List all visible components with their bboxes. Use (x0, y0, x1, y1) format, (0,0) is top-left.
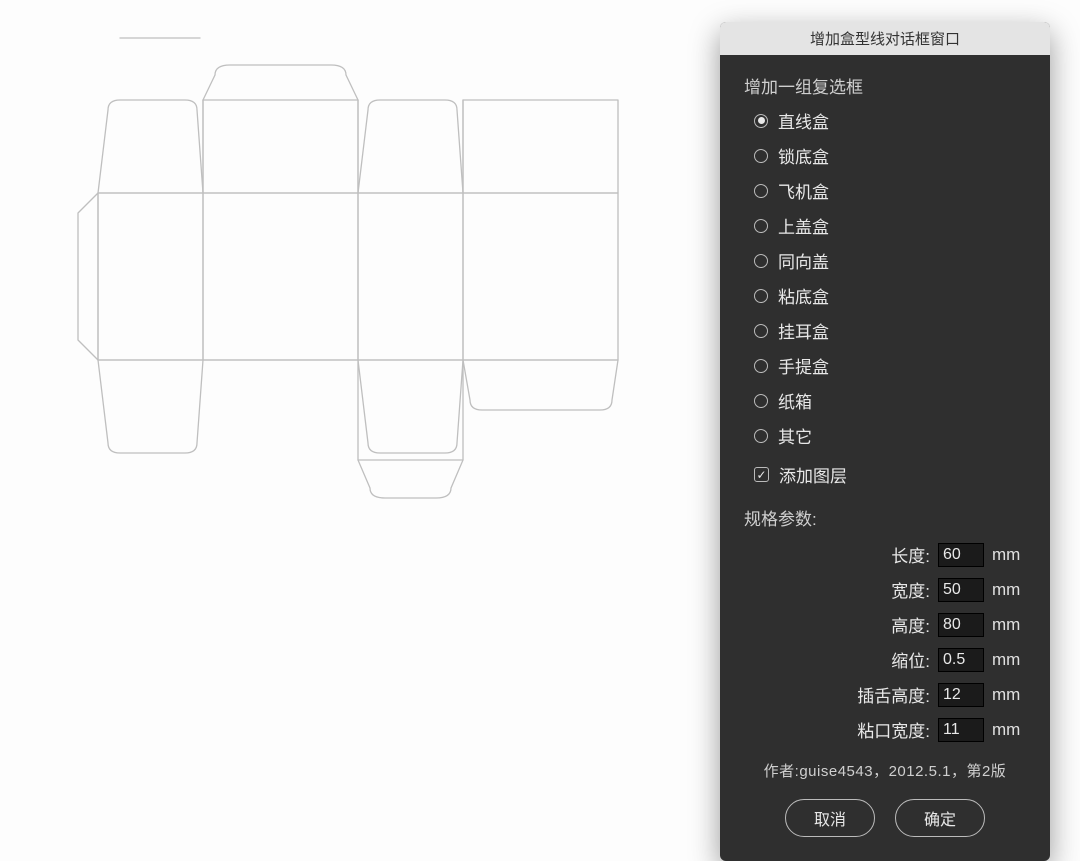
param-label: 宽度: (891, 577, 930, 602)
param-unit: mm (992, 615, 1026, 635)
box-type-radio[interactable]: 手提盒 (754, 353, 1026, 378)
ok-button[interactable]: 确定 (895, 799, 985, 837)
param-input[interactable] (938, 578, 984, 602)
radio-icon (754, 394, 768, 408)
radio-icon (754, 289, 768, 303)
param-input[interactable] (938, 683, 984, 707)
radio-icon (754, 429, 768, 443)
radio-icon (754, 114, 768, 128)
param-row: 宽度: mm (744, 577, 1026, 602)
params-title: 规格参数: (744, 505, 1026, 530)
box-type-radio[interactable]: 上盖盒 (754, 213, 1026, 238)
param-unit: mm (992, 545, 1026, 565)
param-unit: mm (992, 685, 1026, 705)
params-section: 规格参数: 长度: mm 宽度: mm 高度: mm 缩位: mm 插舌高度: mm 粘口宽度: mm (720, 487, 1050, 742)
radio-icon (754, 184, 768, 198)
box-type-radio[interactable]: 锁底盒 (754, 143, 1026, 168)
param-input[interactable] (938, 648, 984, 672)
author-line: 作者:guise4543，2012.5.1，第2版 (720, 760, 1050, 781)
radio-label: 直线盒 (778, 108, 829, 133)
box-type-radio[interactable]: 粘底盒 (754, 283, 1026, 308)
param-input[interactable] (938, 718, 984, 742)
add-layer-checkbox[interactable]: ✓ 添加图层 (754, 462, 1026, 487)
param-row: 高度: mm (744, 612, 1026, 637)
radio-label: 飞机盒 (778, 178, 829, 203)
radio-icon (754, 324, 768, 338)
radio-icon (754, 359, 768, 373)
checkbox-label: 添加图层 (779, 462, 847, 487)
param-unit: mm (992, 580, 1026, 600)
box-dialog: 增加盒型线对话框窗口 增加一组复选框 直线盒锁底盒飞机盒上盖盒同向盖粘底盒挂耳盒… (720, 22, 1050, 861)
radio-label: 其它 (778, 423, 812, 448)
box-type-radio[interactable]: 挂耳盒 (754, 318, 1026, 343)
param-unit: mm (992, 720, 1026, 740)
box-type-radio-list: 直线盒锁底盒飞机盒上盖盒同向盖粘底盒挂耳盒手提盒纸箱其它 ✓ 添加图层 (744, 108, 1026, 487)
param-input[interactable] (938, 613, 984, 637)
param-unit: mm (992, 650, 1026, 670)
param-row: 缩位: mm (744, 647, 1026, 672)
radio-label: 粘底盒 (778, 283, 829, 308)
radio-label: 挂耳盒 (778, 318, 829, 343)
dialog-title: 增加盒型线对话框窗口 (720, 22, 1050, 55)
box-type-radio[interactable]: 其它 (754, 423, 1026, 448)
box-dieline-canvas (0, 0, 720, 850)
radio-label: 锁底盒 (778, 143, 829, 168)
param-row: 插舌高度: mm (744, 682, 1026, 707)
param-row: 长度: mm (744, 542, 1026, 567)
param-row: 粘口宽度: mm (744, 717, 1026, 742)
param-label: 长度: (891, 542, 930, 567)
radio-icon (754, 219, 768, 233)
radio-label: 纸箱 (778, 388, 812, 413)
checkbox-icon: ✓ (754, 467, 769, 482)
box-type-section: 增加一组复选框 直线盒锁底盒飞机盒上盖盒同向盖粘底盒挂耳盒手提盒纸箱其它 ✓ 添加图… (720, 55, 1050, 487)
param-label: 粘口宽度: (857, 717, 930, 742)
dialog-button-row: 取消 确定 (720, 799, 1050, 837)
param-input[interactable] (938, 543, 984, 567)
param-label: 缩位: (891, 647, 930, 672)
radio-icon (754, 149, 768, 163)
radio-label: 手提盒 (778, 353, 829, 378)
box-type-radio[interactable]: 直线盒 (754, 108, 1026, 133)
radio-label: 同向盖 (778, 248, 829, 273)
radio-section-title: 增加一组复选框 (744, 73, 1026, 98)
box-type-radio[interactable]: 同向盖 (754, 248, 1026, 273)
box-dieline-svg (0, 0, 720, 850)
param-label: 插舌高度: (857, 682, 930, 707)
box-type-radio[interactable]: 飞机盒 (754, 178, 1026, 203)
param-label: 高度: (891, 612, 930, 637)
radio-icon (754, 254, 768, 268)
radio-label: 上盖盒 (778, 213, 829, 238)
cancel-button[interactable]: 取消 (785, 799, 875, 837)
box-type-radio[interactable]: 纸箱 (754, 388, 1026, 413)
